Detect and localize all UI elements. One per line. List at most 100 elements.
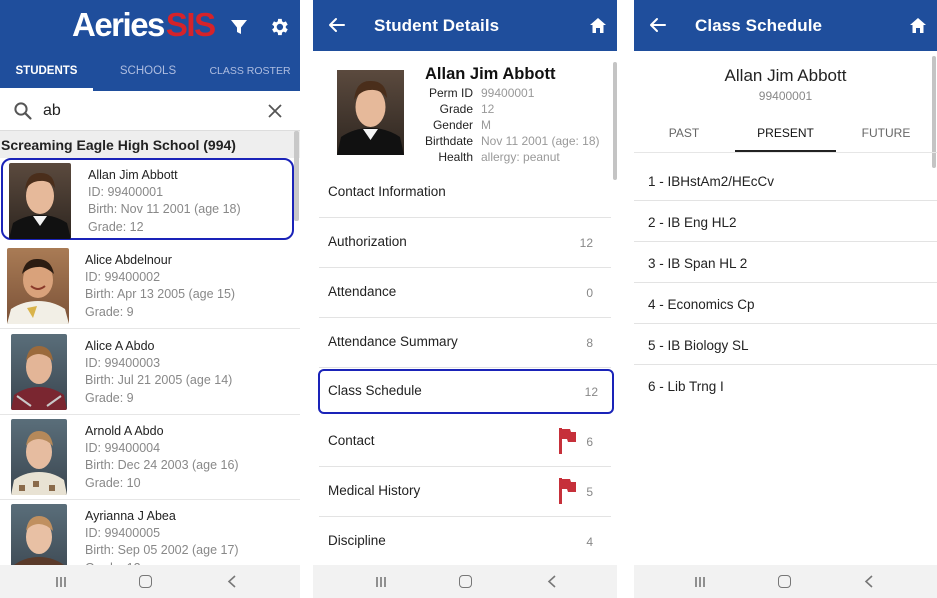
- menu-item-label: Attendance Summary: [328, 334, 458, 349]
- student-grade: Grade: 9: [85, 304, 134, 319]
- student-id: ID: 99400005: [85, 526, 161, 541]
- student-photo: [337, 70, 404, 155]
- student-name: Allan Jim Abbott: [425, 65, 556, 83]
- recent-apps-icon[interactable]: [375, 576, 387, 588]
- system-nav-bar: [0, 565, 300, 598]
- filter-icon[interactable]: [230, 18, 248, 36]
- course-list-item[interactable]: 2 - IB Eng HL2: [634, 201, 937, 242]
- student-list-item[interactable]: Arnold A Abdo ID: 99400004 Birth: Dec 24…: [0, 415, 300, 500]
- search-bar: [0, 91, 300, 131]
- student-id: 99400001: [758, 89, 813, 103]
- student-name: Allan Jim Abbott: [88, 168, 178, 182]
- menu-item-label: Class Schedule: [328, 383, 422, 398]
- course-list-item[interactable]: 6 - Lib Trng I: [634, 365, 937, 406]
- menu-item-authorization[interactable]: Authorization 12: [319, 218, 611, 268]
- student-birth: Birth: Jul 21 2005 (age 14): [85, 373, 233, 388]
- student-birth: Birth: Sep 05 2002 (age 17): [85, 543, 239, 558]
- page-title: Student Details: [374, 16, 500, 35]
- course-list-item[interactable]: 5 - IB Biology SL: [634, 324, 937, 365]
- course-label: 5 - IB Biology SL: [648, 338, 749, 353]
- student-grade: Grade: 9: [85, 390, 134, 405]
- student-details-screen: Student Details Allan Jim Abbott Perm ID…: [313, 0, 617, 598]
- page-title: Class Schedule: [695, 16, 823, 35]
- menu-item-label: Attendance: [328, 284, 397, 299]
- menu-item-discipline[interactable]: Discipline 4: [319, 517, 611, 567]
- home-nav-icon[interactable]: [459, 575, 472, 588]
- flag-icon: [559, 428, 576, 454]
- tab-present[interactable]: PRESENT: [735, 126, 836, 140]
- home-nav-icon[interactable]: [139, 575, 152, 588]
- menu-item-label: Contact Information: [328, 184, 446, 199]
- recent-apps-icon[interactable]: [694, 576, 706, 588]
- student-grade: Grade: 10: [85, 475, 141, 490]
- app-header: Student Details: [313, 0, 617, 51]
- course-list-item[interactable]: 3 - IB Span HL 2: [634, 242, 937, 283]
- back-nav-icon[interactable]: [864, 575, 874, 588]
- divider: [634, 152, 937, 153]
- field-value: Nov 11 2001 (age: 18): [481, 134, 600, 148]
- tab-future[interactable]: FUTURE: [860, 126, 912, 140]
- close-icon[interactable]: [267, 103, 283, 119]
- student-list-item[interactable]: Alice Abdelnour ID: 99400002 Birth: Apr …: [0, 244, 300, 329]
- student-name: Allan Jim Abbott: [724, 66, 847, 85]
- student-grade: Grade: 12: [88, 219, 144, 234]
- student-id: ID: 99400001: [88, 185, 164, 200]
- menu-item-medical-history[interactable]: Medical History 5: [319, 467, 611, 517]
- menu-item-label: Discipline: [328, 533, 386, 548]
- menu-item-count: 4: [586, 535, 593, 549]
- course-label: 4 - Economics Cp: [648, 297, 755, 312]
- student-search-screen: AeriesSIS STUDENTS SCHOOLS CLASS ROSTER …: [0, 0, 300, 598]
- aeries-sis-logo: AeriesSIS: [72, 6, 216, 43]
- field-label: Perm ID: [428, 86, 473, 100]
- gear-icon[interactable]: [268, 16, 290, 38]
- tab-schools[interactable]: SCHOOLS: [100, 51, 196, 91]
- student-id: ID: 99400004: [85, 441, 161, 456]
- class-schedule-screen: Class Schedule Allan Jim Abbott 99400001…: [634, 0, 937, 598]
- back-arrow-icon[interactable]: [327, 15, 347, 35]
- course-label: 1 - IBHstAm2/HEcCv: [648, 174, 775, 189]
- field-value: 99400001: [481, 86, 535, 100]
- search-input[interactable]: [43, 99, 253, 123]
- back-arrow-icon[interactable]: [648, 15, 668, 35]
- field-label: Grade: [439, 102, 473, 116]
- school-header: Screaming Eagle High School (994): [0, 131, 300, 158]
- menu-item-label: Authorization: [328, 234, 407, 249]
- tab-class-roster[interactable]: CLASS ROSTER: [205, 51, 295, 91]
- menu-item-contact-information[interactable]: Contact Information: [319, 168, 611, 218]
- student-birth: Birth: Apr 13 2005 (age 15): [85, 287, 236, 302]
- menu-item-count: 0: [586, 286, 593, 300]
- scrollbar[interactable]: [294, 131, 299, 221]
- student-photo: [11, 419, 67, 495]
- scrollbar[interactable]: [613, 62, 617, 180]
- back-nav-icon[interactable]: [227, 575, 237, 588]
- system-nav-bar: [313, 565, 617, 598]
- student-birth: Birth: Nov 11 2001 (age 18): [88, 202, 241, 217]
- menu-item-class-schedule[interactable]: Class Schedule 12: [318, 369, 614, 414]
- student-list-item[interactable]: Allan Jim Abbott ID: 99400001 Birth: Nov…: [1, 158, 294, 240]
- menu-item-label: Medical History: [328, 483, 421, 498]
- home-icon[interactable]: [589, 17, 607, 34]
- field-label: Gender: [432, 118, 473, 132]
- student-name: Alice Abdelnour: [85, 253, 172, 267]
- student-name: Ayrianna J Abea: [85, 509, 176, 523]
- tab-past[interactable]: PAST: [658, 126, 710, 140]
- home-nav-icon[interactable]: [778, 575, 791, 588]
- recent-apps-icon[interactable]: [55, 576, 67, 588]
- menu-item-count: 8: [586, 336, 593, 350]
- course-list-item[interactable]: 4 - Economics Cp: [634, 283, 937, 324]
- app-header: AeriesSIS: [0, 0, 300, 51]
- student-photo: [7, 248, 69, 324]
- main-tabs: STUDENTS SCHOOLS CLASS ROSTER: [0, 51, 300, 91]
- student-list-item[interactable]: Alice A Abdo ID: 99400003 Birth: Jul 21 …: [0, 330, 300, 415]
- course-list-item[interactable]: 1 - IBHstAm2/HEcCv: [634, 160, 937, 201]
- menu-item-attendance[interactable]: Attendance 0: [319, 268, 611, 318]
- menu-item-label: Contact: [328, 433, 375, 448]
- menu-item-attendance-summary[interactable]: Attendance Summary 8: [319, 318, 611, 368]
- student-id: ID: 99400003: [85, 356, 161, 371]
- menu-item-count: 6: [586, 435, 593, 449]
- back-nav-icon[interactable]: [547, 575, 557, 588]
- field-value: allergy: peanut: [481, 150, 560, 164]
- tab-students[interactable]: STUDENTS: [0, 51, 93, 91]
- home-icon[interactable]: [909, 17, 927, 34]
- menu-item-contact[interactable]: Contact 6: [319, 417, 611, 467]
